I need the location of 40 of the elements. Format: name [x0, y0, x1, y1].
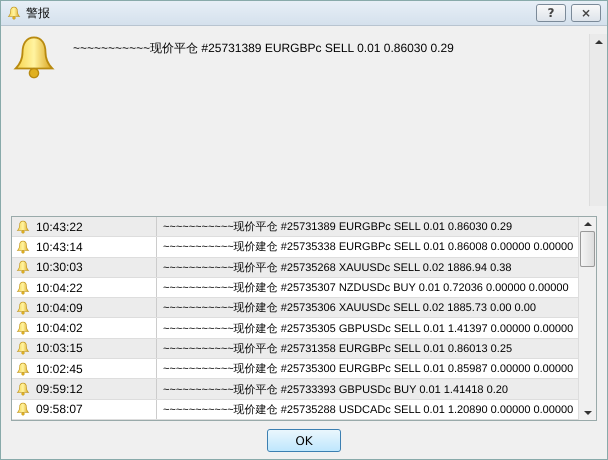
- bell-icon: [16, 300, 30, 315]
- alert-text: ~~~~~~~~~~~现价平仓 #25735268 XAUUSDc SELL 0.02 1886.94 0.38: [162, 260, 512, 275]
- alert-text: ~~~~~~~~~~~现价平仓 #25731389 EURGBPc SELL 0.01 0.86030 0.29: [162, 220, 512, 234]
- alert-text: ~~~~~~~~~~~现价平仓 #25731358 EURGBPc SELL 0.01 0.86013 0.25: [162, 342, 512, 356]
- alert-time: 10:02:45: [36, 362, 83, 376]
- bell-icon: [16, 362, 30, 376]
- window-title: 警报: [26, 4, 51, 22]
- alert-message: ~~~~~~~~~~~现价平仓 #25731389 EURGBPc SELL 0.01 0.86030 0.29: [73, 40, 455, 57]
- help-button[interactable]: ?: [536, 4, 566, 22]
- alert-time: 10:04:02: [36, 321, 83, 336]
- alert-time: 10:04:22: [36, 280, 83, 295]
- alert-text: ~~~~~~~~~~~现价建仓 #25735300 EURGBPc SELL 0.01 0.85987 0.00000 0.00000: [162, 362, 574, 376]
- scrollbar[interactable]: [589, 34, 607, 206]
- alert-time: 10:43:14: [36, 240, 83, 254]
- bell-icon: [16, 402, 30, 416]
- alert-time: 10:43:22: [36, 220, 83, 234]
- alert-text: ~~~~~~~~~~~现价建仓 #25735338 EURGBPc SELL 0.01 0.86008 0.00000 0.00000: [162, 240, 574, 254]
- alert-time: 09:59:12: [36, 382, 83, 396]
- close-button[interactable]: ×: [571, 4, 601, 22]
- alert-text: ~~~~~~~~~~~现价建仓 #25735307 NZDUSDc BUY 0.01 0.72036 0.00000 0.00000: [162, 281, 569, 296]
- alert-time: 10:04:09: [36, 300, 83, 315]
- alert-time: 10:03:15: [36, 341, 83, 356]
- bell-icon: [11, 34, 57, 80]
- bell-icon: [7, 6, 21, 20]
- bell-icon: [16, 240, 30, 254]
- scroll-thumb[interactable]: [580, 231, 595, 267]
- ok-button[interactable]: OK: [267, 429, 341, 452]
- bell-icon: [16, 280, 30, 295]
- alert-text: ~~~~~~~~~~~现价平仓 #25733393 GBPUSDc BUY 0.01 1.41418 0.20: [162, 382, 508, 397]
- alert-text: ~~~~~~~~~~~现价建仓 #25735306 XAUUSDc SELL 0.02 1885.73 0.00 0.00: [162, 301, 536, 316]
- bell-icon: [16, 220, 30, 234]
- bell-icon: [16, 321, 30, 336]
- bell-icon: [16, 260, 30, 274]
- scrollbar[interactable]: [578, 217, 596, 420]
- alert-time: 09:58:07: [36, 402, 83, 416]
- alert-time: 10:30:03: [36, 260, 83, 274]
- bell-icon: [16, 341, 30, 356]
- alert-text: ~~~~~~~~~~~现价建仓 #25735288 USDCADc SELL 0.01 1.20890 0.00000 0.00000: [162, 402, 574, 417]
- alert-text: ~~~~~~~~~~~现价建仓 #25735305 GBPUSDc SELL 0.01 1.41397 0.00000 0.00000: [162, 322, 574, 336]
- bell-icon: [16, 382, 30, 396]
